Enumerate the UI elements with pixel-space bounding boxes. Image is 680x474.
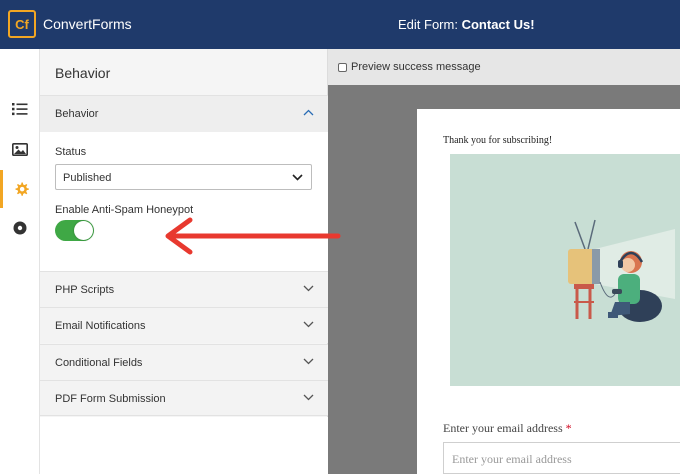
toggle-knob <box>74 221 93 240</box>
section-label: PHP Scripts <box>55 284 115 296</box>
section-pdf-form-submission[interactable]: PDF Form Submission <box>40 380 328 416</box>
preview-canvas: Thank you for subscribing! Enter your em… <box>328 85 680 474</box>
rail-publish-button[interactable] <box>0 209 40 247</box>
panel-title: Behavior <box>55 65 111 81</box>
record-icon <box>13 221 27 235</box>
rail-behavior-button[interactable] <box>0 170 40 208</box>
section-conditional-fields[interactable]: Conditional Fields <box>40 344 328 380</box>
preview-toolbar: Preview success message <box>328 49 680 85</box>
form-illustration <box>450 154 680 386</box>
annotation-arrow-icon <box>165 217 341 255</box>
chevron-down-icon <box>303 358 314 365</box>
preview-success-label[interactable]: Preview success message <box>351 61 481 73</box>
edit-form-prefix: Edit Form: <box>398 17 458 32</box>
gear-icon <box>15 181 29 196</box>
section-behavior-header[interactable]: Behavior <box>40 95 328 132</box>
section-label: Behavior <box>55 108 99 120</box>
list-icon <box>12 103 28 116</box>
gamer-illustration-image <box>568 219 675 322</box>
section-label: Email Notifications <box>55 320 146 332</box>
brand-name: ConvertForms <box>43 16 132 32</box>
panel-empty-area <box>40 417 328 474</box>
section-email-notifications[interactable]: Email Notifications <box>40 307 328 343</box>
section-php-scripts[interactable]: PHP Scripts <box>40 271 328 307</box>
convertforms-logo[interactable]: Cf <box>8 10 36 38</box>
settings-panel: Behavior Behavior Status Published Enabl… <box>40 49 328 474</box>
section-label: PDF Form Submission <box>55 393 166 405</box>
chevron-up-icon <box>303 109 314 116</box>
honeypot-toggle[interactable] <box>55 220 94 241</box>
chevron-down-icon <box>303 394 314 401</box>
icon-rail <box>0 49 40 474</box>
status-select[interactable]: Published <box>55 164 312 190</box>
email-field-label: Enter your email address * <box>443 421 572 436</box>
status-label: Status <box>55 146 87 158</box>
rail-design-button[interactable] <box>0 130 40 168</box>
section-label: Conditional Fields <box>55 357 143 369</box>
form-preview-card: Thank you for subscribing! Enter your em… <box>417 109 680 474</box>
required-mark: * <box>565 421 572 435</box>
email-input[interactable]: Enter your email address <box>443 442 680 474</box>
rail-fields-button[interactable] <box>0 90 40 128</box>
edit-form-title: Edit Form: Contact Us! <box>398 17 535 32</box>
chevron-down-icon <box>303 285 314 292</box>
chevron-down-icon <box>303 321 314 328</box>
email-placeholder: Enter your email address <box>452 452 572 466</box>
success-message: Thank you for subscribing! <box>443 135 553 146</box>
status-value: Published <box>63 172 112 184</box>
email-label-text: Enter your email address <box>443 421 563 435</box>
preview-success-checkbox[interactable] <box>338 63 347 72</box>
form-name: Contact Us! <box>461 17 535 32</box>
image-icon <box>12 142 28 156</box>
top-bar: Cf ConvertForms Edit Form: Contact Us! <box>0 0 680 49</box>
chevron-down-icon <box>292 174 303 181</box>
